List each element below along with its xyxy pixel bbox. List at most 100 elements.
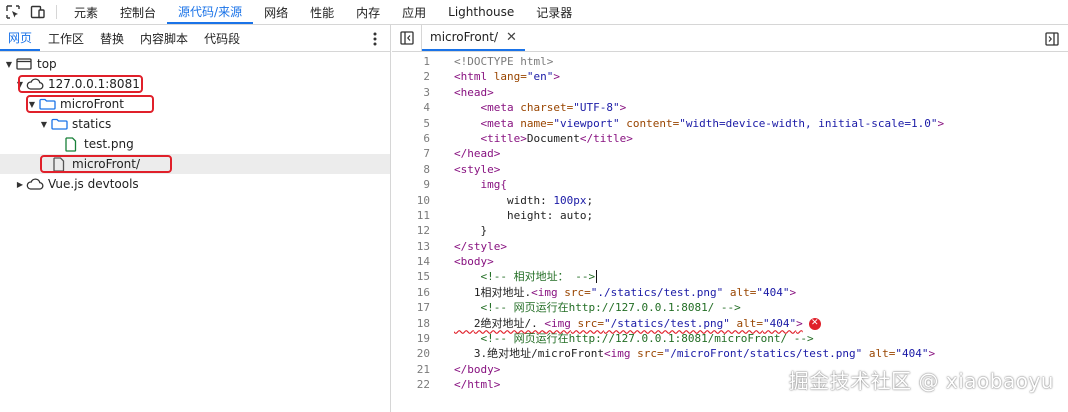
- code-token: <meta: [480, 116, 514, 130]
- line-number: 19: [416, 332, 430, 346]
- editor-tabs: microFront/ ✕: [392, 25, 1068, 52]
- code-token: 3.绝对地址/microFront: [473, 347, 604, 361]
- tab-snippets[interactable]: 代码段: [196, 25, 248, 51]
- code-text: </style>: [454, 239, 507, 253]
- expand-arrow-icon[interactable]: ▼: [3, 60, 15, 69]
- line-number: 11: [416, 208, 430, 222]
- code-line: 5 <meta name="viewport" content="width=d…: [392, 116, 1068, 131]
- code-token: img{: [480, 178, 508, 192]
- line-number: 5: [423, 116, 430, 130]
- code-editor[interactable]: 1 <!DOCTYPE html> 2 <html lang="en"> 3 <hea…: [392, 54, 1068, 393]
- tab-network[interactable]: 网络: [253, 0, 299, 24]
- code-line: 15 <!-- 相对地址： -->: [392, 269, 1068, 284]
- file-tree: ▼ top ▼ 127.0.0.1:8081 ▼ microFront ▼ st…: [0, 52, 390, 194]
- line-number: 8: [423, 162, 430, 176]
- tab-page[interactable]: 网页: [0, 25, 41, 51]
- tree-node-file-test-png[interactable]: test.png: [0, 134, 390, 154]
- code-token: "/statics/test.png": [604, 316, 730, 330]
- code-token: "/microFront/statics/test.png": [663, 347, 863, 361]
- code-token: "404": [756, 285, 790, 299]
- code-token: <html: [454, 70, 488, 84]
- code-token: "404": [895, 347, 929, 361]
- code-text: <style>: [454, 162, 501, 176]
- tab-memory[interactable]: 内存: [345, 0, 391, 24]
- tab-application[interactable]: 应用: [391, 0, 437, 24]
- line-number: 9: [423, 178, 430, 192]
- code-token: "en": [526, 70, 554, 84]
- code-token: height: auto;: [506, 208, 594, 222]
- error-icon[interactable]: ✕: [808, 317, 821, 330]
- tree-node-folder-microfront[interactable]: ▼ microFront: [0, 94, 390, 114]
- code-line: 12 }: [392, 223, 1068, 238]
- tab-console[interactable]: 控制台: [109, 0, 167, 24]
- code-token: "UTF-8": [573, 101, 620, 115]
- tree-node-file-microfront-doc[interactable]: microFront/: [0, 154, 390, 174]
- device-toolbar-icon[interactable]: [25, 0, 50, 24]
- inspect-element-icon[interactable]: [0, 0, 25, 24]
- code-line: 16 1相对地址.<img src="./statics/test.png" a…: [392, 285, 1068, 300]
- code-line: 19 <!-- 网页运行在http://127.0.0.1:8081/micro…: [392, 331, 1068, 346]
- code-token: >: [928, 347, 936, 361]
- code-token: "width=device-width, initial-scale=1.0": [679, 116, 938, 130]
- code-token: <img: [531, 285, 558, 299]
- expand-arrow-icon[interactable]: ▼: [38, 120, 50, 129]
- code-line: 10 width: 100px;: [392, 193, 1068, 208]
- tab-content-scripts[interactable]: 内容脚本: [132, 25, 196, 51]
- toggle-debugger-icon[interactable]: [1044, 31, 1060, 47]
- navigator-tabs: 网页 工作区 替换 内容脚本 代码段: [0, 25, 390, 52]
- folder-icon: [50, 117, 68, 131]
- tab-workspace[interactable]: 工作区: [40, 25, 92, 51]
- code-token: "viewport": [553, 116, 620, 130]
- more-options-icon[interactable]: [368, 31, 382, 47]
- code-token: src=: [570, 316, 604, 330]
- line-number: 16: [416, 285, 430, 299]
- tree-node-folder-statics[interactable]: ▼ statics: [0, 114, 390, 134]
- code-token: </title>: [579, 131, 633, 145]
- toggle-navigator-icon[interactable]: [392, 25, 422, 51]
- code-text: </head>: [454, 147, 501, 161]
- highlight-box: [26, 95, 154, 113]
- code-line: 18 2绝对地址/. <img src="/statics/test.png" …: [392, 316, 1068, 331]
- code-line: 2 <html lang="en">: [392, 69, 1068, 84]
- tab-recorder[interactable]: 记录器: [525, 0, 583, 24]
- code-text: </body>: [454, 362, 501, 376]
- code-token: alt=: [862, 347, 896, 361]
- tab-performance[interactable]: 性能: [299, 0, 345, 24]
- code-token: >: [796, 316, 803, 330]
- code-line: 14 <body>: [392, 254, 1068, 269]
- code-line: 8 <style>: [392, 162, 1068, 177]
- line-number: 21: [416, 362, 430, 376]
- tree-label: Vue.js devtools: [48, 177, 139, 191]
- code-token: src=: [630, 347, 664, 361]
- tree-node-top[interactable]: ▼ top: [0, 54, 390, 74]
- tab-elements[interactable]: 元素: [63, 0, 109, 24]
- collapsed-arrow-icon[interactable]: ▶: [14, 180, 26, 189]
- code-line: 4 <meta charset="UTF-8">: [392, 100, 1068, 115]
- tab-sources[interactable]: 源代码/来源: [167, 0, 254, 24]
- tree-node-vue-devtools[interactable]: ▶ Vue.js devtools: [0, 174, 390, 194]
- code-line: 6 <title>Document</title>: [392, 131, 1068, 146]
- close-icon[interactable]: ✕: [506, 30, 517, 45]
- code-line: 7 </head>: [392, 146, 1068, 161]
- code-line: 20 3.绝对地址/microFront<img src="/microFron…: [392, 346, 1068, 361]
- code-token: 2绝对地址/.: [473, 316, 545, 330]
- code-token: alt=: [723, 285, 757, 299]
- code-token: name=: [513, 116, 554, 130]
- line-number: 20: [416, 347, 430, 361]
- code-token: }: [480, 224, 488, 238]
- line-number: 4: [423, 101, 430, 115]
- tab-lighthouse[interactable]: Lighthouse: [437, 0, 525, 24]
- editor-file-tab[interactable]: microFront/ ✕: [422, 25, 525, 51]
- code-token: alt=: [729, 316, 763, 330]
- code-token: <!-- 相对地址： -->: [480, 270, 596, 284]
- tree-label: top: [37, 57, 57, 71]
- navigator-panel: 网页 工作区 替换 内容脚本 代码段 ▼ top ▼ 127.0.0.1:808…: [0, 25, 391, 412]
- code-token: 100px: [553, 193, 587, 207]
- devtools-tab-bar: 元素 控制台 源代码/来源 网络 性能 内存 应用 Lighthouse 记录器: [0, 0, 1068, 25]
- code-token: <!-- 网页运行在http://127.0.0.1:8081/ -->: [480, 301, 741, 315]
- cloud-icon: [26, 177, 44, 191]
- tab-overrides[interactable]: 替换: [92, 25, 132, 51]
- tree-node-host[interactable]: ▼ 127.0.0.1:8081: [0, 74, 390, 94]
- code-line: 17 <!-- 网页运行在http://127.0.0.1:8081/ -->: [392, 300, 1068, 315]
- code-token: lang=: [487, 70, 527, 84]
